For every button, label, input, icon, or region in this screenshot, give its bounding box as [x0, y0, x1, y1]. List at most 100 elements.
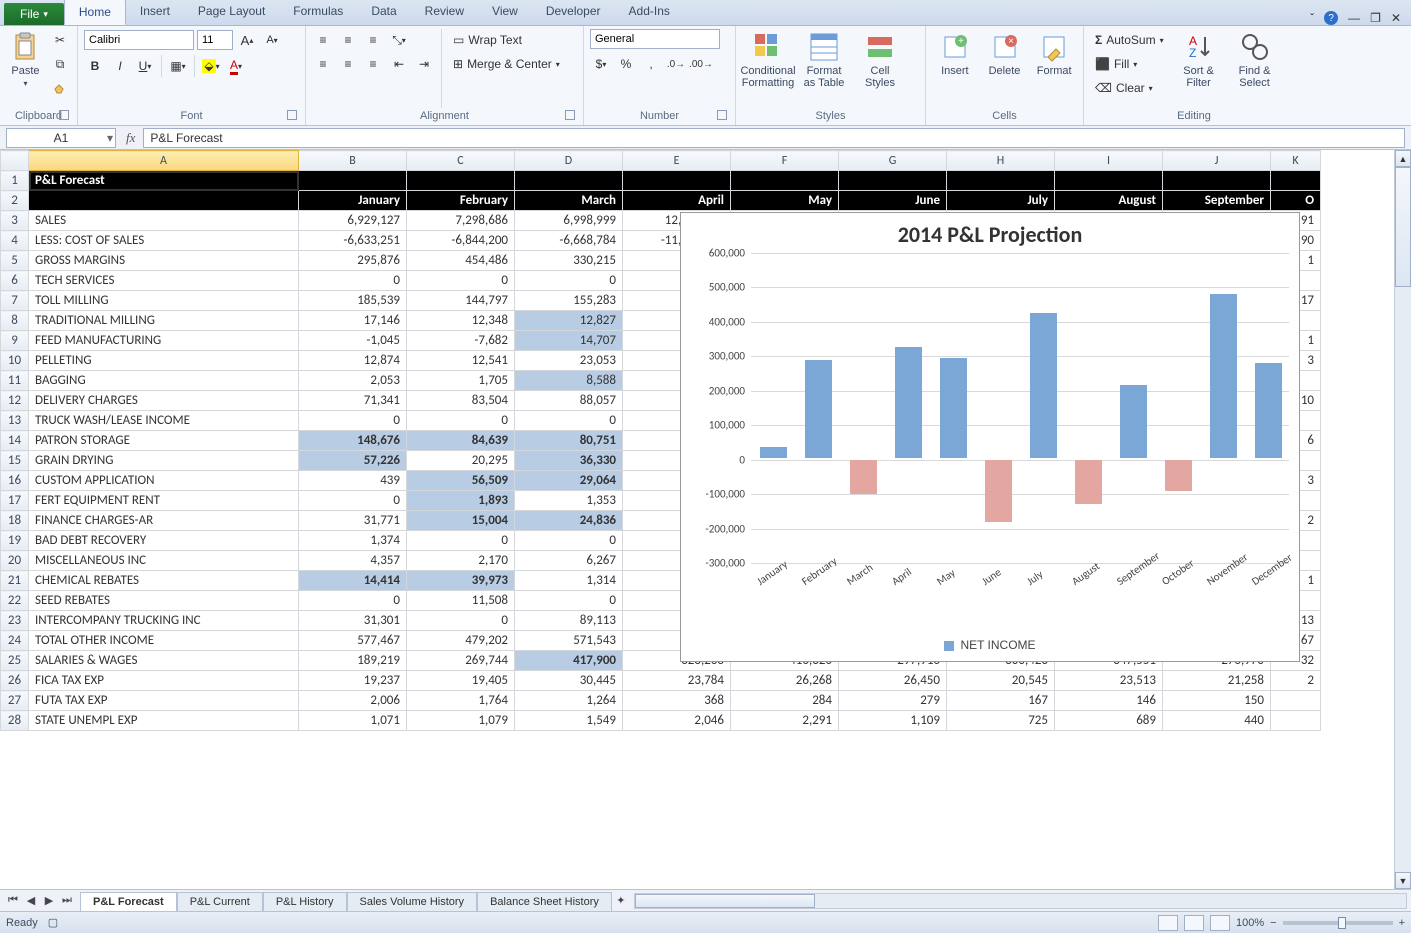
cell[interactable]: 0: [299, 591, 407, 611]
cell[interactable]: 144,797: [407, 291, 515, 311]
worksheet-grid[interactable]: ABCDEFGHIJK 1P&L Forecast2JanuaryFebruar…: [0, 150, 1411, 889]
column-header[interactable]: C: [407, 151, 515, 171]
cell[interactable]: 2,170: [407, 551, 515, 571]
ribbon-minimize-icon[interactable]: ˇ: [1310, 11, 1314, 25]
cell[interactable]: 12,541: [407, 351, 515, 371]
cell[interactable]: 31,771: [299, 511, 407, 531]
cell[interactable]: -6,844,200: [407, 231, 515, 251]
cell[interactable]: 185,539: [299, 291, 407, 311]
column-header[interactable]: B: [299, 151, 407, 171]
column-header[interactable]: D: [515, 151, 623, 171]
cell[interactable]: SALES: [29, 211, 299, 231]
cell[interactable]: 14,707: [515, 331, 623, 351]
column-header[interactable]: H: [947, 151, 1055, 171]
cell[interactable]: 295,876: [299, 251, 407, 271]
align-left-button[interactable]: ≡: [312, 53, 334, 75]
decrease-indent-button[interactable]: ⇤: [388, 53, 410, 75]
cell[interactable]: TOLL MILLING: [29, 291, 299, 311]
sheet-tab[interactable]: P&L History: [263, 892, 347, 911]
cell[interactable]: 577,467: [299, 631, 407, 651]
sheet-nav-next-icon[interactable]: ▶: [40, 892, 58, 910]
cell[interactable]: SALARIES & WAGES: [29, 651, 299, 671]
cell[interactable]: 39,973: [407, 571, 515, 591]
alignment-dialog-icon[interactable]: [565, 110, 575, 120]
column-header[interactable]: E: [623, 151, 731, 171]
cell[interactable]: 80,751: [515, 431, 623, 451]
cell[interactable]: 6,929,127: [299, 211, 407, 231]
cell[interactable]: CHEMICAL REBATES: [29, 571, 299, 591]
column-header[interactable]: G: [839, 151, 947, 171]
clipboard-dialog-icon[interactable]: [59, 110, 69, 120]
cell[interactable]: 2: [1271, 671, 1321, 691]
help-icon[interactable]: ?: [1324, 11, 1338, 25]
number-dialog-icon[interactable]: [717, 110, 727, 120]
format-as-table-button[interactable]: Format as Table: [798, 29, 850, 91]
ribbon-tab-data[interactable]: Data: [357, 0, 410, 25]
increase-indent-button[interactable]: ⇥: [413, 53, 435, 75]
cell[interactable]: 0: [515, 591, 623, 611]
ribbon-tab-insert[interactable]: Insert: [126, 0, 184, 25]
italic-button[interactable]: I: [109, 55, 131, 77]
cell[interactable]: 15,004: [407, 511, 515, 531]
cell[interactable]: 1,705: [407, 371, 515, 391]
comma-button[interactable]: ,: [640, 53, 662, 75]
cell[interactable]: FERT EQUIPMENT RENT: [29, 491, 299, 511]
cell[interactable]: 146: [1055, 691, 1163, 711]
underline-button[interactable]: U▾: [134, 55, 156, 77]
ribbon-tab-home[interactable]: Home: [64, 0, 126, 25]
vertical-scrollbar[interactable]: ▲ ▼: [1394, 150, 1411, 889]
cell[interactable]: TOTAL OTHER INCOME: [29, 631, 299, 651]
cell[interactable]: TECH SERVICES: [29, 271, 299, 291]
cell[interactable]: 155,283: [515, 291, 623, 311]
cell[interactable]: 1,071: [299, 711, 407, 731]
paste-button[interactable]: Paste▾: [6, 29, 45, 90]
cell[interactable]: 725: [947, 711, 1055, 731]
wrap-text-button[interactable]: ▭Wrap Text: [448, 29, 565, 51]
cell[interactable]: September: [1163, 191, 1271, 211]
cell[interactable]: 30,445: [515, 671, 623, 691]
cell[interactable]: FICA TAX EXP: [29, 671, 299, 691]
cell[interactable]: 6,998,999: [515, 211, 623, 231]
cell[interactable]: 8,588: [515, 371, 623, 391]
normal-view-button[interactable]: [1158, 915, 1178, 931]
file-tab[interactable]: File▾: [4, 3, 64, 25]
font-color-button[interactable]: A▾: [225, 55, 247, 77]
cell[interactable]: 689: [1055, 711, 1163, 731]
cell[interactable]: LESS: COST OF SALES: [29, 231, 299, 251]
fill-color-button[interactable]: ⬙▾: [200, 55, 222, 77]
cell[interactable]: 19,405: [407, 671, 515, 691]
cell[interactable]: PATRON STORAGE: [29, 431, 299, 451]
column-header[interactable]: I: [1055, 151, 1163, 171]
bold-button[interactable]: B: [84, 55, 106, 77]
cell[interactable]: 1,109: [839, 711, 947, 731]
formula-input[interactable]: P&L Forecast: [143, 128, 1405, 148]
copy-button[interactable]: ⧉: [49, 53, 71, 75]
cell[interactable]: 1,314: [515, 571, 623, 591]
cell[interactable]: 12,827: [515, 311, 623, 331]
accounting-button[interactable]: $▾: [590, 53, 612, 75]
cell[interactable]: 1,079: [407, 711, 515, 731]
cell[interactable]: 1,353: [515, 491, 623, 511]
cell[interactable]: -6,668,784: [515, 231, 623, 251]
ribbon-tab-review[interactable]: Review: [411, 0, 478, 25]
autosum-button[interactable]: ΣAutoSum▾: [1090, 29, 1169, 51]
cell[interactable]: 31,301: [299, 611, 407, 631]
cell[interactable]: -6,633,251: [299, 231, 407, 251]
cell[interactable]: 330,215: [515, 251, 623, 271]
cell[interactable]: 14,414: [299, 571, 407, 591]
zoom-level[interactable]: 100%: [1236, 917, 1264, 929]
cell[interactable]: 84,639: [407, 431, 515, 451]
find-select-button[interactable]: Find & Select: [1229, 29, 1281, 91]
fill-button[interactable]: ⬛Fill▾: [1090, 53, 1169, 75]
cell-styles-button[interactable]: Cell Styles: [854, 29, 906, 91]
cell[interactable]: 26,450: [839, 671, 947, 691]
align-center-button[interactable]: ≡: [337, 53, 359, 75]
cell[interactable]: 26,268: [731, 671, 839, 691]
merge-center-button[interactable]: ⊞Merge & Center▾: [448, 53, 565, 75]
page-break-view-button[interactable]: [1210, 915, 1230, 931]
fx-icon[interactable]: fx: [118, 130, 143, 146]
cell[interactable]: March: [515, 191, 623, 211]
page-layout-view-button[interactable]: [1184, 915, 1204, 931]
cell[interactable]: 0: [407, 531, 515, 551]
sheet-tab[interactable]: Balance Sheet History: [477, 892, 612, 911]
